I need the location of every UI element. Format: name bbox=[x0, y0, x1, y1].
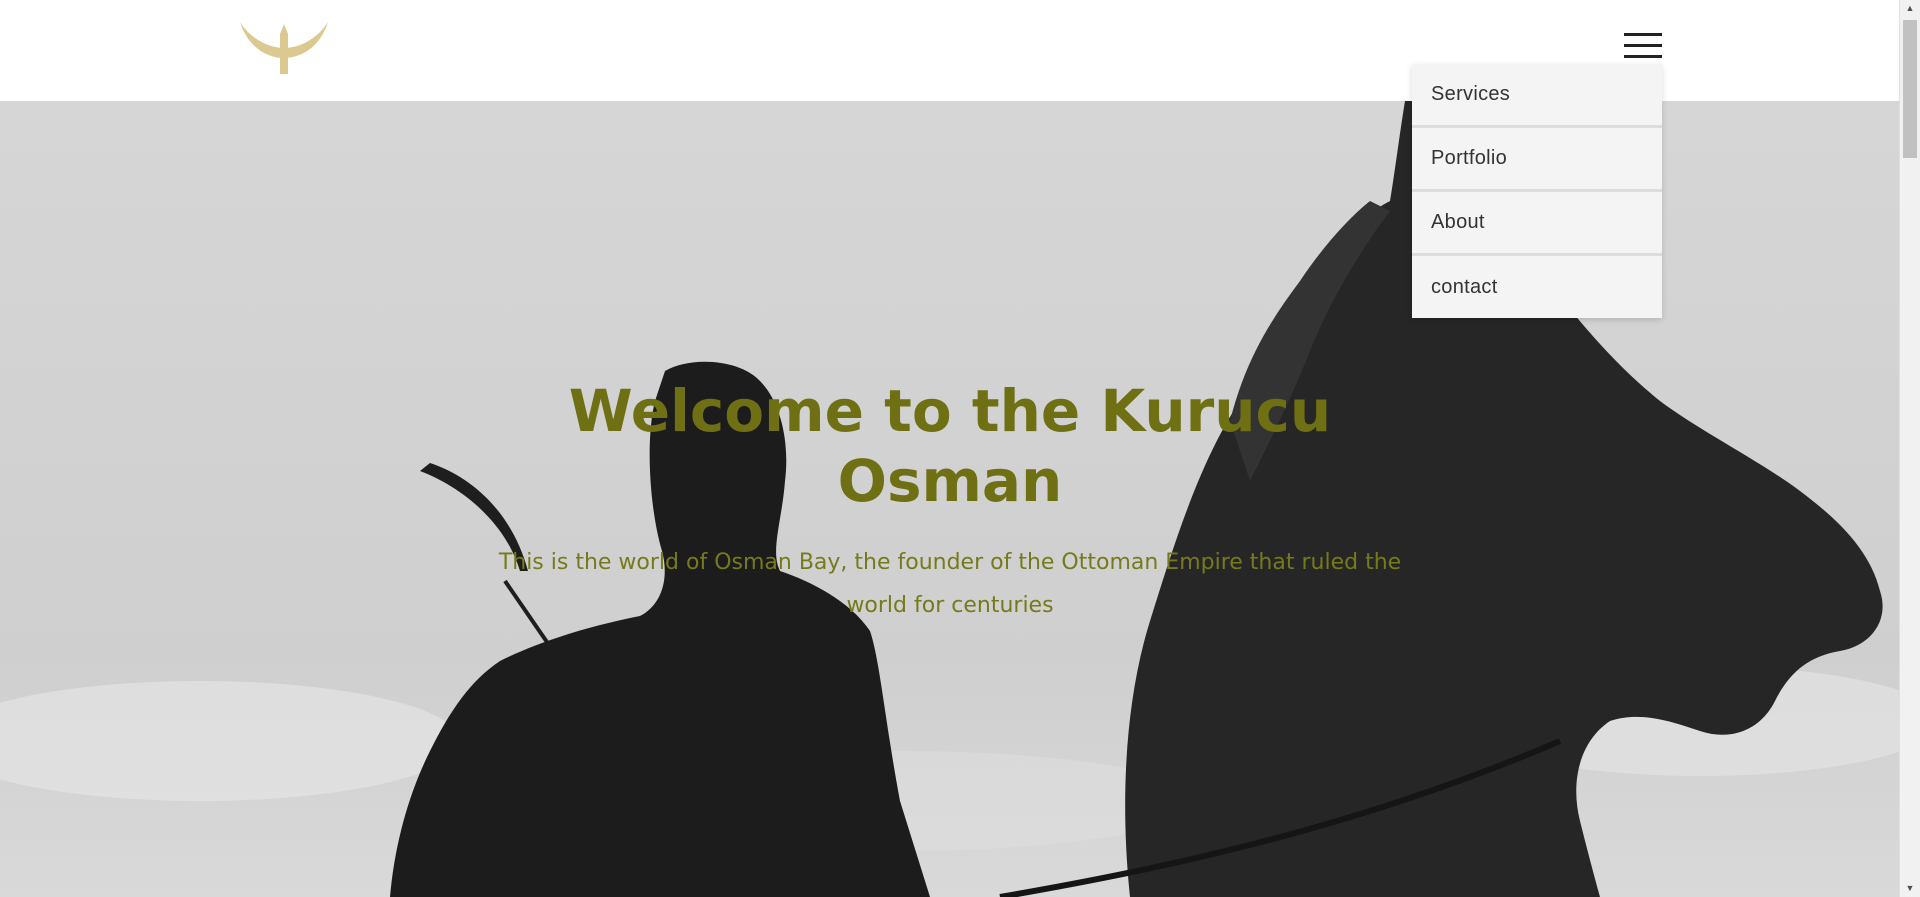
scroll-up-icon[interactable]: ▲ bbox=[1900, 0, 1920, 17]
menu-item-portfolio[interactable]: Portfolio bbox=[1412, 128, 1662, 192]
dropdown-menu: Services Portfolio About contact bbox=[1412, 64, 1662, 318]
hamburger-line bbox=[1624, 33, 1662, 36]
scrollbar-thumb[interactable] bbox=[1903, 20, 1917, 158]
hero-subtitle: This is the world of Osman Bay, the foun… bbox=[498, 550, 1402, 618]
menu-item-about[interactable]: About bbox=[1412, 192, 1662, 256]
vertical-scrollbar[interactable]: ▲ ▼ bbox=[1899, 0, 1920, 897]
hamburger-line bbox=[1624, 44, 1662, 47]
page: Welcome to the Kurucu Osman This is the … bbox=[0, 0, 1920, 897]
logo[interactable] bbox=[238, 20, 330, 76]
menu-item-contact[interactable]: contact bbox=[1412, 256, 1662, 318]
scroll-down-icon[interactable]: ▼ bbox=[1900, 880, 1920, 897]
hamburger-line bbox=[1624, 55, 1662, 58]
hamburger-menu-icon[interactable] bbox=[1624, 33, 1662, 59]
bird-emblem-icon bbox=[240, 22, 328, 74]
menu-item-services[interactable]: Services bbox=[1412, 64, 1662, 128]
hero-title: Welcome to the Kurucu Osman bbox=[568, 377, 1332, 515]
